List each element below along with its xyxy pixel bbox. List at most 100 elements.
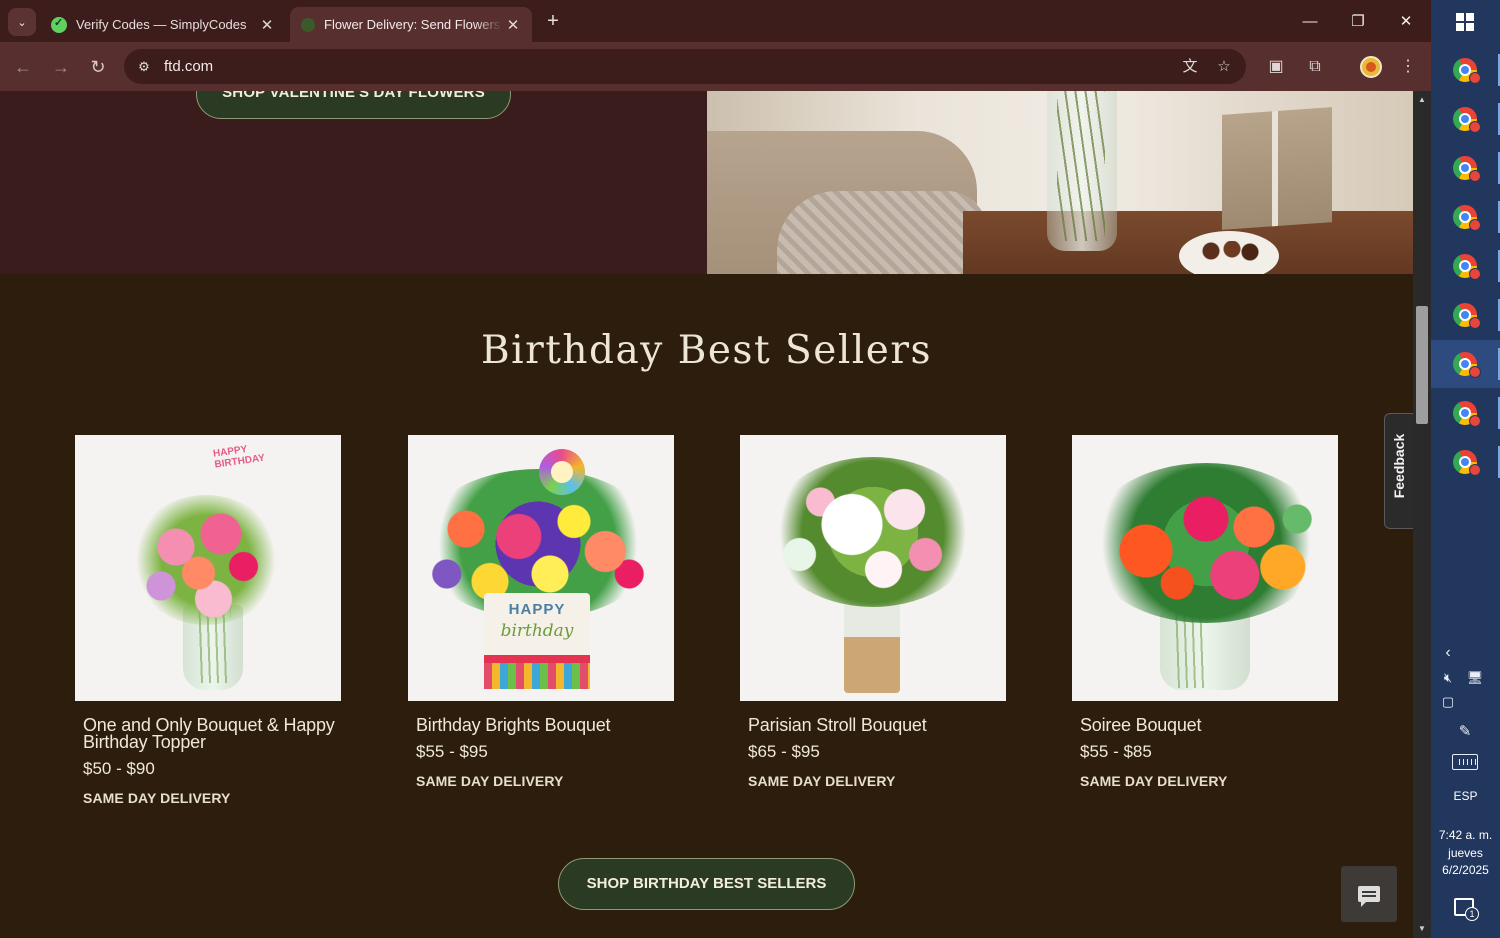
simplycodes-favicon-icon <box>51 16 67 33</box>
clock-date[interactable]: 6/2/2025 <box>1431 862 1500 879</box>
site-info-icon[interactable]: ⚙ <box>134 57 154 77</box>
windows-start-icon[interactable] <box>1456 13 1474 31</box>
minimize-icon[interactable]: — <box>1287 8 1333 36</box>
device-icon[interactable]: ▢ <box>1439 694 1457 710</box>
scrollbar-thumb[interactable] <box>1416 306 1428 424</box>
taskbar-chrome-app[interactable] <box>1431 193 1500 241</box>
profile-badge-icon <box>1469 170 1481 182</box>
close-tab-icon[interactable]: ✕ <box>256 16 278 34</box>
tab-ftd[interactable]: Flower Delivery: Send Flowers Online ✕ <box>290 7 532 42</box>
product-card[interactable]: HAPPY birthday Birthday Brights Bouquet … <box>408 435 674 789</box>
windows-taskbar: ‹ 🔇︎ 🖥︎ ▢ ✎ ESP 7:42 a. m. jueves 6/2/20… <box>1431 0 1500 938</box>
delivery-badge: SAME DAY DELIVERY <box>1080 773 1228 789</box>
taskbar-chrome-app[interactable] <box>1431 46 1500 94</box>
product-name[interactable]: One and Only Bouquet & Happy Birthday To… <box>75 716 341 751</box>
birthday-box: HAPPY birthday <box>484 593 590 689</box>
keyboard-icon[interactable] <box>1452 754 1478 770</box>
taskbar-chrome-app[interactable] <box>1431 291 1500 339</box>
box-text-birthday: birthday <box>500 621 574 641</box>
product-name[interactable]: Soiree Bouquet <box>1072 716 1338 734</box>
puzzle-icon[interactable]: ⧉ <box>1302 54 1328 80</box>
bouquet-shape <box>1086 463 1326 623</box>
taskbar-chrome-app[interactable] <box>1431 95 1500 143</box>
product-card[interactable]: Soiree Bouquet $55 - $85 SAME DAY DELIVE… <box>1072 435 1338 789</box>
shop-valentines-button[interactable]: SHOP VALENTINE'S DAY FLOWERS <box>196 91 511 119</box>
profile-badge-icon <box>1469 415 1481 427</box>
product-image[interactable]: HAPPY birthday <box>408 435 674 701</box>
extension-icon[interactable]: ▣ <box>1263 54 1289 80</box>
gift-box-shape <box>1222 107 1332 230</box>
bookmark-star-icon[interactable]: ☆ <box>1213 56 1235 78</box>
translate-icon[interactable]: 文 <box>1179 56 1201 78</box>
taskbar-chrome-app[interactable] <box>1431 389 1500 437</box>
close-window-icon[interactable]: ✕ <box>1383 8 1429 36</box>
tab-strip: ⌄ Verify Codes — SimplyCodes ✕ Flower De… <box>0 0 1431 42</box>
url-text[interactable]: ftd.com <box>164 58 213 75</box>
taskbar-chrome-app[interactable] <box>1431 144 1500 192</box>
profile-badge-icon <box>1469 464 1481 476</box>
product-card[interactable]: Parisian Stroll Bouquet $65 - $95 SAME D… <box>740 435 1006 789</box>
browser-toolbar: ← → ↻ ⚙ ftd.com 文 ☆ ▣ ⧉ ⋮ <box>0 42 1431 91</box>
kebab-menu-icon[interactable]: ⋮ <box>1395 54 1421 80</box>
taskbar-chrome-app[interactable] <box>1431 438 1500 486</box>
tab-simplycodes[interactable]: Verify Codes — SimplyCodes ✕ <box>40 7 286 42</box>
notification-badge: 1 <box>1465 907 1479 921</box>
delivery-badge: SAME DAY DELIVERY <box>416 773 564 789</box>
box-text-happy: HAPPY <box>508 601 566 618</box>
profile-badge-icon <box>1469 268 1481 280</box>
tab-title: Verify Codes — SimplyCodes <box>76 17 247 32</box>
stripes-shape <box>484 663 590 689</box>
scroll-up-icon[interactable]: ▲ <box>1413 95 1431 104</box>
profile-badge-icon <box>1469 72 1481 84</box>
taskbar-chrome-app[interactable] <box>1431 242 1500 290</box>
reload-icon[interactable]: ↻ <box>85 54 111 80</box>
chocolate-plate-shape <box>1179 231 1279 274</box>
product-image[interactable] <box>1072 435 1338 701</box>
clock-day[interactable]: jueves <box>1431 845 1500 862</box>
product-price: $65 - $95 <box>748 742 820 761</box>
chevron-left-icon[interactable]: ‹ <box>1441 644 1455 661</box>
browser-window: ⌄ Verify Codes — SimplyCodes ✕ Flower De… <box>0 0 1431 938</box>
shop-birthday-best-sellers-button[interactable]: SHOP BIRTHDAY BEST SELLERS <box>558 858 855 910</box>
glass-vase-shape <box>1047 91 1117 251</box>
tab-search-button[interactable]: ⌄ <box>8 8 36 36</box>
taskbar-chrome-app[interactable] <box>1431 340 1500 388</box>
close-tab-icon[interactable]: ✕ <box>502 16 524 34</box>
product-name[interactable]: Parisian Stroll Bouquet <box>740 716 1006 734</box>
page-content: SHOP VALENTINE'S DAY FLOWERS Birthday Be… <box>0 91 1413 938</box>
valentines-hero: SHOP VALENTINE'S DAY FLOWERS <box>0 91 1413 274</box>
address-bar[interactable]: ⚙ ftd.com 文 ☆ <box>124 49 1246 84</box>
clock-time[interactable]: 7:42 a. m. <box>1431 827 1500 844</box>
scroll-down-icon[interactable]: ▼ <box>1413 924 1431 933</box>
volume-muted-icon[interactable]: 🔇︎ <box>1439 670 1457 686</box>
chat-icon <box>1358 886 1380 907</box>
ftd-favicon-icon <box>301 17 315 32</box>
new-tab-icon[interactable]: + <box>541 9 565 33</box>
product-image[interactable] <box>740 435 1006 701</box>
feedback-tab[interactable]: Feedback <box>1384 413 1413 529</box>
feedback-label: Feedback <box>1391 433 1407 499</box>
product-image[interactable]: HAPPY BIRTHDAY <box>75 435 341 701</box>
product-name[interactable]: Birthday Brights Bouquet <box>408 716 674 734</box>
back-icon[interactable]: ← <box>10 54 36 80</box>
profile-avatar[interactable] <box>1360 56 1382 78</box>
birthday-pinwheel-shape <box>539 449 585 495</box>
network-icon[interactable]: 🖥︎ <box>1465 670 1485 686</box>
forward-icon[interactable]: → <box>48 54 74 80</box>
language-indicator[interactable]: ESP <box>1431 788 1500 805</box>
section-title: Birthday Best Sellers <box>480 328 933 373</box>
page-scrollbar[interactable]: ▲ ▼ <box>1413 91 1431 938</box>
chat-button[interactable] <box>1341 866 1397 922</box>
product-card[interactable]: HAPPY BIRTHDAY One and Only Bouquet & Ha… <box>75 435 341 806</box>
hero-image <box>707 91 1413 274</box>
profile-badge-icon <box>1469 366 1481 378</box>
chevron-down-icon: ⌄ <box>17 16 27 29</box>
happy-birthday-topper: HAPPY BIRTHDAY <box>212 444 266 471</box>
restore-icon[interactable]: ❐ <box>1335 8 1381 36</box>
pen-icon[interactable]: ✎ <box>1455 722 1475 740</box>
product-price: $55 - $95 <box>416 742 488 761</box>
delivery-badge: SAME DAY DELIVERY <box>748 773 896 789</box>
profile-badge-icon <box>1469 317 1481 329</box>
birthday-best-sellers-section: Birthday Best Sellers HAPPY BIRTHDAY One… <box>0 274 1413 938</box>
bouquet-shape <box>131 495 281 625</box>
